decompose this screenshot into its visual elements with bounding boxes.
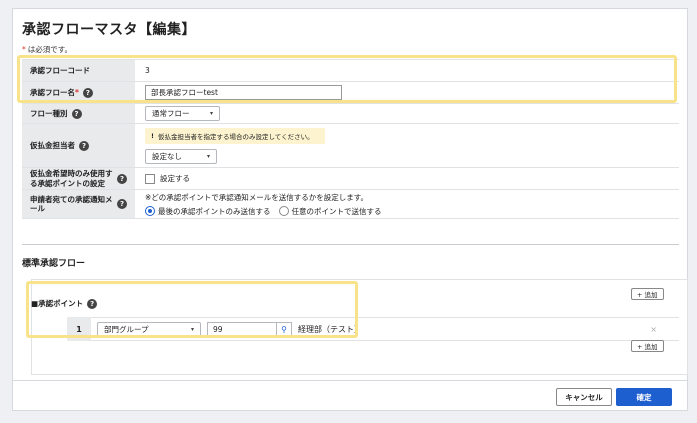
desired-point-checkbox[interactable] xyxy=(145,173,155,184)
label-assignee: 仮払金担当者? xyxy=(22,124,135,167)
required-mark: * xyxy=(22,45,26,54)
value-notify: ※どの承認ポイントで承認通知メールを送信するかを設定します。 最後の承認ポイント… xyxy=(135,190,679,218)
assignee-value: 設定なし xyxy=(152,151,182,161)
alert-text: 仮払金担当者を指定する場合のみ設定してください。 xyxy=(157,132,314,141)
desired-point-checkbox-label: 設定する xyxy=(160,174,190,183)
value-assignee: ! 仮払金担当者を指定する場合のみ設定してください。 設定なし ▾ xyxy=(135,124,679,167)
label-type: フロー種別? xyxy=(22,104,135,123)
required-note: * は必須です。 xyxy=(22,44,72,55)
label-assignee-text: 仮払金担当者 xyxy=(30,140,75,150)
row-notify: 申請者宛ての承認通知メール? ※どの承認ポイントで承認通知メールを送信するかを設… xyxy=(22,189,679,219)
assignee-alert: ! 仮払金担当者を指定する場合のみ設定してください。 xyxy=(145,127,325,144)
help-icon[interactable]: ? xyxy=(117,199,127,209)
row-assignee: 仮払金担当者? ! 仮払金担当者を指定する場合のみ設定してください。 設定なし ▾ xyxy=(22,123,679,167)
notify-any-radio[interactable] xyxy=(278,206,289,216)
notify-last-label: 最後の承認ポイントのみ送信する xyxy=(158,206,271,216)
flow-type-select[interactable]: 通常フロー ▾ xyxy=(145,106,220,121)
desired-point-checkbox-wrap[interactable]: 設定する xyxy=(145,173,669,184)
value-type: 通常フロー ▾ xyxy=(135,104,679,123)
notify-description: ※どの承認ポイントで承認通知メールを送信するかを設定します。 xyxy=(145,192,369,202)
footer-bar: キャンセル 確定 xyxy=(13,380,687,410)
row-type: フロー種別? 通常フロー ▾ xyxy=(22,103,679,123)
add-point-button[interactable]: + 追加 xyxy=(631,288,664,300)
page-title: 承認フローマスタ【編集】 xyxy=(22,22,196,38)
row-delete-icon[interactable]: × xyxy=(650,325,657,334)
notify-any-label: 任意のポイントで送信する xyxy=(291,206,382,216)
notify-last-radio[interactable] xyxy=(145,206,155,216)
highlight-box xyxy=(26,281,358,338)
label-notify-text: 申請者宛ての承認通知メール xyxy=(30,194,113,213)
add-point-button[interactable]: + 追加 xyxy=(631,340,664,352)
confirm-button[interactable]: 確定 xyxy=(616,388,672,406)
chevron-down-icon: ▾ xyxy=(209,110,213,117)
notify-options: 最後の承認ポイントのみ送信する 任意のポイントで送信する xyxy=(145,206,669,217)
chevron-down-icon: ▾ xyxy=(206,152,210,160)
help-icon[interactable]: ? xyxy=(71,108,82,119)
highlight-box xyxy=(17,55,677,103)
help-icon[interactable]: ? xyxy=(79,140,89,151)
required-note-text: は必須です。 xyxy=(27,45,72,54)
section-divider xyxy=(22,244,679,245)
help-icon[interactable]: ? xyxy=(117,173,127,184)
label-type-text: フロー種別 xyxy=(30,108,68,118)
value-desired-point: 設定する xyxy=(135,168,679,189)
alert-icon: ! xyxy=(151,131,154,140)
standard-flow-title: 標準承認フロー xyxy=(22,259,86,269)
row-desired-point: 仮払金希望時のみ使用する承認ポイントの設定? 設定する xyxy=(22,167,679,189)
flow-type-value: 通常フロー xyxy=(152,109,190,118)
label-desired-point: 仮払金希望時のみ使用する承認ポイントの設定? xyxy=(22,168,135,189)
label-notify: 申請者宛ての承認通知メール? xyxy=(22,190,135,218)
assignee-select[interactable]: 設定なし ▾ xyxy=(145,148,217,164)
label-desired-point-text: 仮払金希望時のみ使用する承認ポイントの設定 xyxy=(30,169,113,188)
cancel-button[interactable]: キャンセル xyxy=(556,388,612,406)
